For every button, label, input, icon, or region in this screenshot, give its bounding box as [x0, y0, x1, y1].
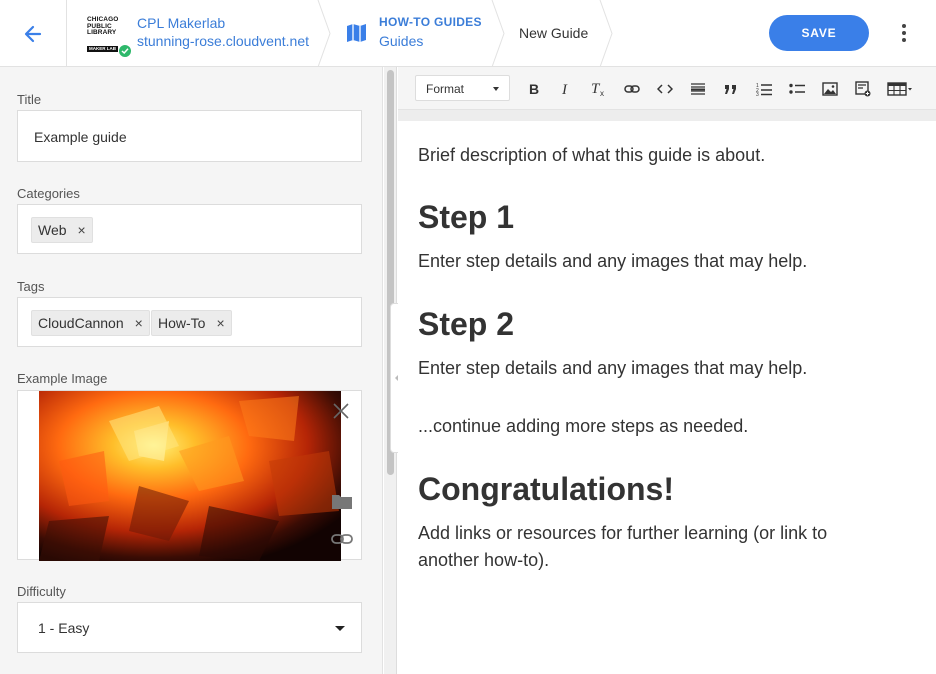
intro-paragraph: Brief description of what this guide is … — [418, 145, 766, 165]
remove-chip-icon[interactable]: × — [78, 222, 86, 238]
image-field[interactable] — [17, 390, 362, 561]
congrats-heading: Congratulations! — [418, 471, 674, 507]
categories-field-label: Categories — [17, 186, 80, 201]
step2-paragraph: Enter step details and any images that m… — [418, 358, 808, 378]
italic-icon[interactable]: I — [554, 77, 578, 101]
toolbar-divider — [398, 110, 936, 121]
link-icon[interactable] — [331, 531, 353, 547]
ordered-list-icon[interactable]: 123 — [752, 77, 776, 101]
step1-paragraph: Enter step details and any images that m… — [418, 251, 808, 271]
map-icon — [347, 24, 366, 42]
folder-icon[interactable] — [331, 492, 353, 510]
bold-icon[interactable]: B — [522, 77, 546, 101]
snippet-icon[interactable] — [851, 77, 875, 101]
title-input-value: Example guide — [34, 129, 127, 145]
chip-label: Web — [38, 222, 67, 238]
congrats-paragraph: Add links or resources for further learn… — [418, 523, 828, 570]
svg-text:I: I — [561, 82, 568, 96]
close-icon[interactable] — [331, 401, 351, 421]
clear-format-icon[interactable]: Tx — [587, 77, 611, 101]
step2-heading: Step 2 — [418, 306, 515, 342]
image-icon[interactable] — [818, 77, 842, 101]
top-bar: CHICAGO PUBLIC LIBRARY MAKER LAB CPL Mak… — [0, 0, 936, 67]
chip-label: CloudCannon — [38, 315, 124, 331]
editor-toolbar: Format B I Tx 123 — [398, 67, 936, 110]
image-field-label: Example Image — [17, 371, 108, 386]
svg-text:3: 3 — [756, 92, 759, 96]
tag-chip: CloudCannon × — [31, 310, 150, 336]
tags-input[interactable]: CloudCannon × How-To × — [17, 297, 362, 347]
breadcrumb-separator — [317, 0, 331, 67]
horizontal-rule-icon[interactable] — [686, 77, 710, 101]
chip-label: How-To — [158, 315, 206, 331]
breadcrumb-separator — [491, 0, 505, 67]
sidebar-fields: Title Example guide Categories Web × Tag… — [0, 67, 383, 674]
format-label: Format — [426, 82, 465, 96]
collection-name: Guides — [379, 33, 424, 49]
difficulty-field-label: Difficulty — [17, 584, 66, 599]
difficulty-select[interactable]: 1 - Easy — [17, 602, 362, 653]
breadcrumb-separator — [599, 0, 613, 67]
title-input[interactable]: Example guide — [17, 110, 362, 162]
editor-content[interactable]: Brief description of what this guide is … — [398, 121, 936, 674]
category-chip: Web × — [31, 217, 93, 243]
chevron-down-icon — [335, 626, 345, 631]
arrow-left-icon — [24, 25, 42, 42]
logo-badge: MAKER LAB — [87, 45, 118, 52]
save-button[interactable]: SAVE — [769, 15, 869, 51]
check-circle-icon — [118, 44, 132, 58]
document-title: New Guide — [519, 25, 589, 41]
site-name[interactable]: CPL Makerlab — [137, 15, 225, 31]
difficulty-value: 1 - Easy — [38, 620, 90, 636]
image-preview — [39, 391, 341, 561]
title-field-label: Title — [17, 92, 42, 107]
step1-heading: Step 1 — [418, 199, 515, 235]
format-dropdown[interactable]: Format — [415, 75, 510, 101]
unordered-list-icon[interactable] — [785, 77, 809, 101]
code-icon[interactable] — [653, 77, 677, 101]
blockquote-icon[interactable] — [719, 77, 743, 101]
categories-input[interactable]: Web × — [17, 204, 362, 254]
collection-label: HOW-TO GUIDES — [379, 15, 482, 29]
tags-field-label: Tags — [17, 279, 45, 294]
site-logo: CHICAGO PUBLIC LIBRARY MAKER LAB — [87, 16, 132, 58]
caret-down-icon — [493, 87, 499, 91]
continue-paragraph: ...continue adding more steps as needed. — [418, 416, 749, 436]
remove-chip-icon[interactable]: × — [135, 315, 143, 331]
more-vertical-icon[interactable] — [892, 21, 916, 45]
back-button[interactable] — [0, 0, 67, 67]
svg-text:x: x — [600, 89, 604, 97]
link-icon[interactable] — [620, 77, 644, 101]
table-icon[interactable] — [886, 77, 914, 101]
logo-line: LIBRARY — [87, 29, 117, 37]
tag-chip: How-To × — [151, 310, 232, 336]
site-url-link[interactable]: stunning-rose.cloudvent.net — [137, 33, 309, 49]
remove-chip-icon[interactable]: × — [216, 315, 224, 331]
svg-text:B: B — [529, 82, 539, 96]
